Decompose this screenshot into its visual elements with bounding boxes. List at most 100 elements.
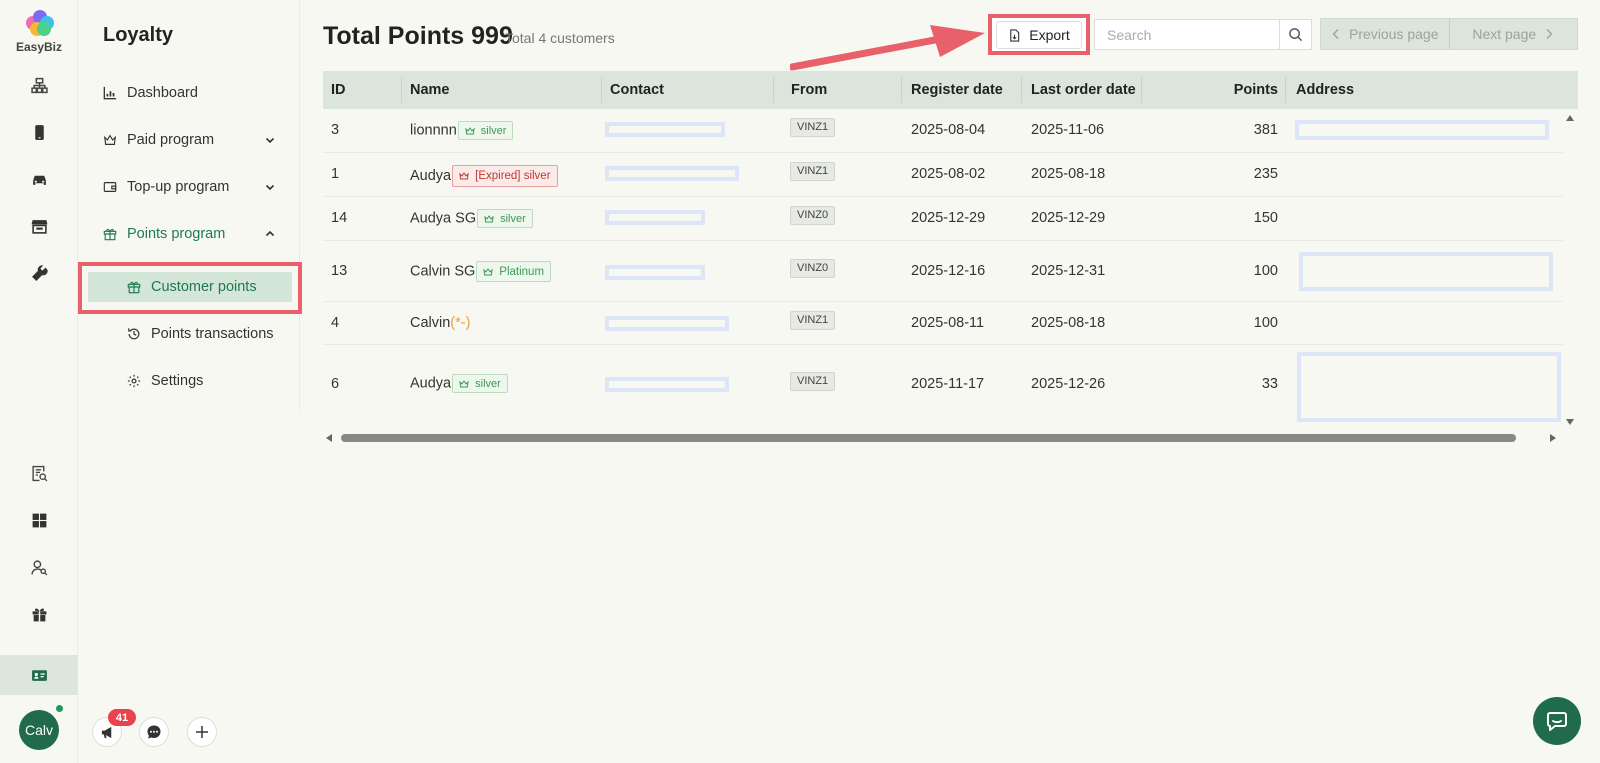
from-tag: VINZ1 <box>790 311 836 330</box>
contact-redacted <box>605 377 729 392</box>
user-avatar[interactable]: Calv <box>19 710 59 750</box>
tier-tag: silver <box>477 209 533 228</box>
nav-item-points-transactions[interactable]: Points transactions <box>78 316 300 352</box>
nav-item-topup-program[interactable]: Top-up program <box>78 169 300 205</box>
cell-register-date: 2025-08-11 <box>911 315 985 331</box>
nav-item-label: Customer points <box>151 279 257 295</box>
id-card-icon[interactable] <box>25 661 53 689</box>
export-button[interactable]: Export <box>996 21 1082 49</box>
customer-name: lionnnn <box>410 122 457 139</box>
support-chat-button[interactable] <box>1533 697 1581 745</box>
vertical-scrollbar[interactable] <box>1563 110 1577 432</box>
scroll-left-icon[interactable] <box>325 433 333 443</box>
add-button[interactable] <box>187 717 217 747</box>
message-icon <box>1547 712 1567 731</box>
previous-page-button[interactable]: Previous page <box>1321 19 1449 49</box>
table-row[interactable]: 6 Audya silver VINZ1 2025-11-17 2025-12-2… <box>323 345 1563 425</box>
nav-title: Loyalty <box>103 24 174 46</box>
customer-name: Calvin SG <box>410 263 476 280</box>
phone-icon[interactable] <box>25 118 53 146</box>
nav-item-customer-points[interactable]: Customer points <box>78 269 300 305</box>
column-header-last-order-date[interactable]: Last order date <box>1031 82 1136 98</box>
table-row[interactable]: 1 Audya [Expired] silver VINZ1 2025-08-02… <box>323 153 1563 197</box>
column-header-from[interactable]: From <box>791 82 827 98</box>
gift-icon <box>102 226 118 242</box>
file-export-icon <box>1010 28 1020 42</box>
chat-bubble-icon <box>147 725 161 739</box>
logo-icon <box>22 10 56 38</box>
chevron-down-icon <box>265 137 275 144</box>
cell-name: Audya silver <box>410 374 508 393</box>
nav-item-label: Points program <box>127 226 226 242</box>
nav-item-label: Settings <box>151 373 204 389</box>
chart-icon <box>102 85 118 101</box>
cell-register-date: 2025-08-04 <box>911 122 986 138</box>
search-button[interactable] <box>1280 19 1312 50</box>
from-tag: VINZ1 <box>790 118 836 137</box>
column-header-points[interactable]: Points <box>1213 82 1278 98</box>
cell-last-order-date: 2025-08-18 <box>1031 166 1106 182</box>
scroll-up-icon[interactable] <box>1565 114 1575 122</box>
column-header-register-date[interactable]: Register date <box>911 82 1003 98</box>
nav-item-dashboard[interactable]: Dashboard <box>78 75 300 111</box>
search-icon <box>1289 28 1303 42</box>
cell-last-order-date: 2025-12-26 <box>1031 376 1106 392</box>
gift-icon <box>126 279 142 295</box>
horizontal-scroll-thumb[interactable] <box>341 434 1516 442</box>
column-header-contact[interactable]: Contact <box>610 82 664 98</box>
tier-tag: silver <box>457 121 514 140</box>
from-tag: VINZ0 <box>790 206 836 225</box>
pagination: Previous page Next page <box>1320 18 1578 50</box>
table-row[interactable]: 14 Audya SG silver VINZ0 2025-12-29 2025-… <box>323 197 1563 241</box>
people-search-icon[interactable] <box>25 553 53 581</box>
car-icon[interactable] <box>25 165 53 193</box>
customer-name: Audya SG <box>410 210 477 227</box>
table-header: ID Name Contact From Register date Last … <box>323 71 1578 109</box>
horizontal-scrollbar[interactable] <box>323 431 1563 445</box>
store-icon[interactable] <box>25 212 53 240</box>
tier-tag-label: [Expired] silver <box>475 170 551 182</box>
table-row[interactable]: 13 Calvin SG Platinum VINZ0 2025-12-16 20… <box>323 241 1563 302</box>
contact-redacted <box>605 122 725 137</box>
report-search-icon[interactable] <box>25 459 53 487</box>
nav-item-paid-program[interactable]: Paid program <box>78 122 300 158</box>
address-redacted <box>1295 120 1549 140</box>
chat-button[interactable] <box>139 717 169 747</box>
dashboard-grid-icon[interactable] <box>25 506 53 534</box>
nav-item-label: Points transactions <box>151 326 274 342</box>
table-row[interactable]: 4 Calvin(*-) VINZ1 2025-08-11 2025-08-18… <box>323 302 1563 345</box>
gift-icon[interactable] <box>25 600 53 628</box>
address-redacted <box>1299 252 1553 291</box>
org-chart-icon[interactable] <box>25 71 53 99</box>
contact-redacted <box>605 210 705 225</box>
cell-register-date: 2025-08-02 <box>911 166 986 182</box>
search-input[interactable]: Search <box>1094 19 1280 50</box>
column-header-id[interactable]: ID <box>331 82 346 98</box>
cell-register-date: 2025-12-29 <box>911 210 986 226</box>
wrench-icon[interactable] <box>25 259 53 287</box>
easybiz-logo[interactable]: EasyBiz <box>14 10 64 54</box>
online-status-dot <box>56 705 63 712</box>
from-tag: VINZ0 <box>790 259 836 278</box>
column-header-name[interactable]: Name <box>410 82 450 98</box>
wallet-icon <box>102 179 118 195</box>
nav-item-settings[interactable]: Settings <box>78 363 300 399</box>
tier-tag: silver <box>452 374 508 393</box>
from-tag: VINZ1 <box>790 372 836 391</box>
chevron-up-icon <box>265 230 275 237</box>
column-header-address[interactable]: Address <box>1296 82 1354 98</box>
tier-tag-label: silver <box>475 377 501 390</box>
cell-points: 381 <box>1253 122 1278 138</box>
scroll-down-icon[interactable] <box>1565 418 1575 426</box>
previous-page-label: Previous page <box>1348 26 1439 42</box>
cell-last-order-date: 2025-12-29 <box>1031 210 1106 226</box>
nav-item-points-program[interactable]: Points program <box>78 216 300 252</box>
notification-badge: 41 <box>108 709 136 726</box>
next-page-button[interactable]: Next page <box>1448 19 1578 49</box>
scroll-right-icon[interactable] <box>1549 433 1557 443</box>
history-icon <box>126 326 142 342</box>
cell-name: Audya [Expired] silver <box>410 165 558 187</box>
chevron-down-icon <box>265 184 275 191</box>
table-row[interactable]: 3 lionnnn silver VINZ1 2025-08-04 2025-11… <box>323 109 1563 153</box>
tier-tag-label: Platinum <box>499 265 545 278</box>
